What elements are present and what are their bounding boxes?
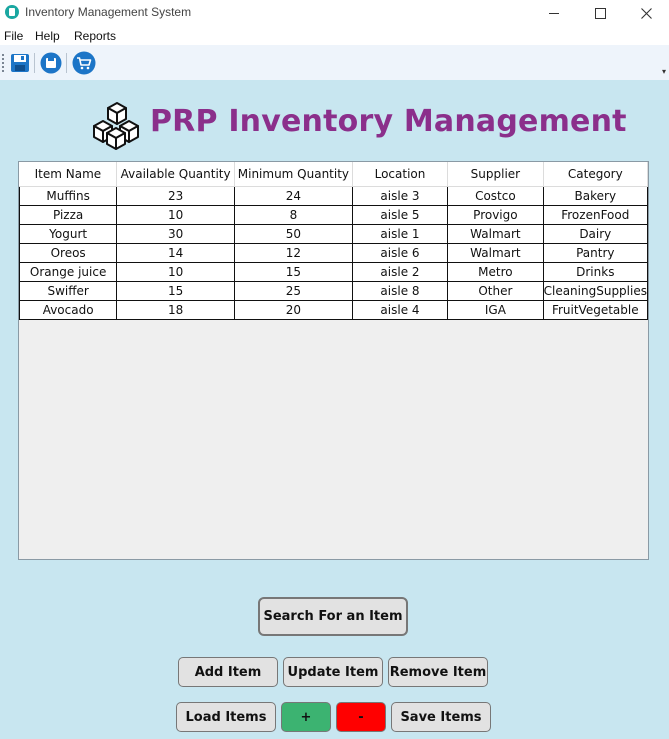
update-item-button[interactable]: Update Item (283, 657, 383, 687)
decrease-quantity-button[interactable]: - (336, 702, 386, 732)
table-cell[interactable]: FrozenFood (542, 205, 648, 225)
table-row[interactable]: Avocado 18 20 aisle 4 IGA FruitVegetable (19, 300, 648, 320)
inventory-grid[interactable]: Item Name Available Quantity Minimum Qua… (18, 161, 649, 560)
increase-quantity-button[interactable]: + (281, 702, 331, 732)
table-cell[interactable]: aisle 8 (351, 281, 449, 301)
column-header[interactable]: Supplier (447, 162, 544, 187)
table-cell[interactable]: Avocado (19, 300, 118, 320)
table-cell[interactable]: Costco (447, 186, 544, 206)
save-circle-toolbar-button[interactable] (39, 51, 63, 75)
table-row[interactable]: Orange juice 10 15 aisle 2 Metro Drinks (19, 262, 648, 282)
menu-help[interactable]: Help (35, 29, 60, 43)
table-cell[interactable]: aisle 3 (351, 186, 449, 206)
window-title: Inventory Management System (25, 5, 192, 19)
table-cell[interactable]: 18 (116, 300, 235, 320)
table-cell[interactable]: 23 (116, 186, 235, 206)
app-icon (5, 5, 19, 19)
menu-reports[interactable]: Reports (74, 29, 116, 43)
menu-bar: File Help Reports (0, 26, 669, 45)
table-row[interactable]: Muffins 23 24 aisle 3 Costco Bakery (19, 186, 648, 206)
table-cell[interactable]: 20 (234, 300, 353, 320)
table-row[interactable]: Swiffer 15 25 aisle 8 Other CleaningSupplies (19, 281, 648, 301)
table-cell[interactable]: Pantry (542, 243, 648, 263)
search-item-button[interactable]: Search For an Item (258, 597, 408, 636)
table-cell[interactable]: aisle 1 (351, 224, 449, 244)
save-circle-icon (40, 52, 62, 74)
table-cell[interactable]: Drinks (542, 262, 648, 282)
table-cell[interactable]: 14 (116, 243, 235, 263)
table-cell[interactable]: aisle 5 (351, 205, 449, 225)
table-cell[interactable]: 12 (234, 243, 353, 263)
save-toolbar-button[interactable] (8, 51, 32, 75)
page-title: PRP Inventory Management (150, 104, 627, 139)
table-cell[interactable]: 30 (116, 224, 235, 244)
add-item-button[interactable]: Add Item (178, 657, 278, 687)
table-cell[interactable]: 24 (234, 186, 353, 206)
table-row[interactable]: Pizza 10 8 aisle 5 Provigo FrozenFood (19, 205, 648, 225)
column-header[interactable]: Location (352, 162, 449, 187)
table-row[interactable]: Oreos 14 12 aisle 6 Walmart Pantry (19, 243, 648, 263)
table-cell[interactable]: Oreos (19, 243, 118, 263)
table-cell[interactable]: Provigo (447, 205, 544, 225)
cart-toolbar-button[interactable] (72, 51, 96, 75)
table-cell[interactable]: Orange juice (19, 262, 118, 282)
table-cell[interactable]: Dairy (542, 224, 648, 244)
save-disk-icon (11, 54, 29, 72)
maximize-button[interactable] (577, 0, 623, 26)
table-cell[interactable]: 15 (116, 281, 235, 301)
table-cell[interactable]: 50 (234, 224, 353, 244)
toolbar-grip[interactable] (2, 54, 4, 72)
maximize-icon (594, 7, 606, 19)
inventory-table: Item Name Available Quantity Minimum Qua… (19, 162, 648, 320)
minimize-button[interactable] (531, 0, 577, 26)
toolbar-separator (34, 53, 35, 73)
table-cell[interactable]: 25 (234, 281, 353, 301)
table-cell[interactable]: Walmart (447, 224, 544, 244)
table-cell[interactable]: 8 (234, 205, 353, 225)
minimize-icon (549, 12, 559, 14)
table-row[interactable]: Yogurt 30 50 aisle 1 Walmart Dairy (19, 224, 648, 244)
table-cell[interactable]: Swiffer (19, 281, 118, 301)
table-cell[interactable]: CleaningSupplies (542, 281, 648, 301)
table-cell[interactable]: Pizza (19, 205, 118, 225)
table-cell[interactable]: Metro (447, 262, 544, 282)
table-cell[interactable]: Other (447, 281, 544, 301)
table-cell[interactable]: aisle 6 (351, 243, 449, 263)
title-bar: Inventory Management System (0, 0, 669, 26)
close-icon (640, 7, 652, 19)
remove-item-button[interactable]: Remove Item (388, 657, 488, 687)
column-header[interactable]: Available Quantity (116, 162, 235, 187)
table-cell[interactable]: Bakery (542, 186, 648, 206)
table-cell[interactable]: 10 (116, 205, 235, 225)
table-header-row: Item Name Available Quantity Minimum Qua… (19, 162, 648, 187)
save-items-button[interactable]: Save Items (391, 702, 491, 732)
close-button[interactable] (623, 0, 669, 26)
column-header[interactable]: Category (543, 162, 648, 187)
table-cell[interactable]: Walmart (447, 243, 544, 263)
toolbar: ▾ (0, 45, 669, 80)
column-header[interactable]: Item Name (19, 162, 118, 187)
table-cell[interactable]: 15 (234, 262, 353, 282)
column-header[interactable]: Minimum Quantity (234, 162, 353, 187)
table-cell[interactable]: 10 (116, 262, 235, 282)
load-items-button[interactable]: Load Items (176, 702, 276, 732)
toolbar-separator (66, 53, 67, 73)
table-cell[interactable]: FruitVegetable (542, 300, 648, 320)
table-cell[interactable]: aisle 2 (351, 262, 449, 282)
table-cell[interactable]: Muffins (19, 186, 118, 206)
boxes-icon (93, 102, 139, 150)
shopping-cart-icon (72, 51, 96, 75)
table-cell[interactable]: Yogurt (19, 224, 118, 244)
toolbar-overflow-icon[interactable]: ▾ (662, 67, 666, 76)
menu-file[interactable]: File (4, 29, 23, 43)
table-cell[interactable]: aisle 4 (351, 300, 449, 320)
table-cell[interactable]: IGA (447, 300, 544, 320)
